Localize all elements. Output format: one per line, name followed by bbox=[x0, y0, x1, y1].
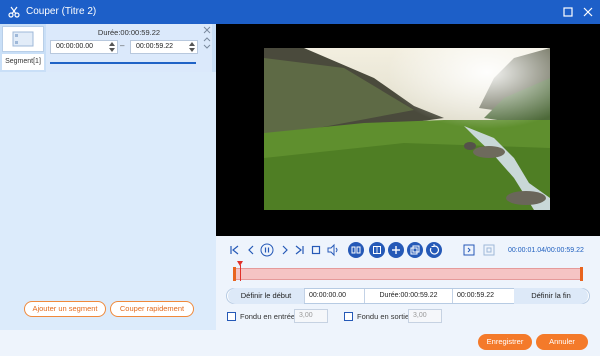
window-title: Couper (Titre 2) bbox=[26, 6, 97, 17]
segment-end-field[interactable]: 00:00:59.22 bbox=[130, 40, 198, 54]
close-segment-icon[interactable] bbox=[203, 26, 211, 34]
range-start-input[interactable]: 00:00:00.00 bbox=[304, 289, 364, 303]
add-segment-button[interactable]: Ajouter un segment bbox=[24, 301, 106, 317]
clip-icon[interactable] bbox=[482, 243, 496, 257]
grid-button[interactable] bbox=[369, 242, 385, 258]
next-frame-icon[interactable] bbox=[278, 243, 292, 257]
segment-duration: Durée:00:00:59.22 bbox=[97, 28, 161, 37]
maximize-icon[interactable] bbox=[560, 4, 576, 20]
timeline-start-handle[interactable] bbox=[233, 267, 236, 281]
previous-frame-icon[interactable] bbox=[244, 243, 258, 257]
copy-button[interactable] bbox=[407, 242, 423, 258]
pause-icon[interactable] bbox=[260, 243, 274, 257]
segment-panel: Segment[1] Durée:00:00:59.22 00:00:00.00… bbox=[0, 24, 216, 356]
volume-icon[interactable] bbox=[326, 243, 340, 257]
fade-in-label: Fondu en entrée bbox=[240, 312, 296, 321]
set-end-button[interactable]: Définir la fin bbox=[514, 288, 588, 304]
skip-end-icon[interactable] bbox=[292, 243, 306, 257]
scissors-icon bbox=[8, 6, 20, 18]
set-start-button[interactable]: Définir le début bbox=[228, 288, 304, 304]
film-icon bbox=[12, 31, 34, 47]
segment-tab[interactable]: Segment[1] bbox=[2, 54, 44, 70]
fade-out-checkbox[interactable] bbox=[344, 312, 353, 321]
cancel-button[interactable]: Annuler bbox=[536, 334, 588, 350]
segments-icon bbox=[351, 246, 361, 254]
reset-button[interactable] bbox=[426, 242, 442, 258]
dialog-footer: Enregistrer Annuler bbox=[0, 330, 600, 356]
reset-icon bbox=[429, 244, 440, 255]
add-button[interactable] bbox=[388, 242, 404, 258]
fade-in-checkbox[interactable] bbox=[227, 312, 236, 321]
playhead-line bbox=[240, 265, 241, 281]
segment-progress-bar bbox=[50, 62, 196, 64]
segment-end-value: 00:00:59.22 bbox=[136, 43, 173, 50]
preview-panel: 00:00:01.04/00:00:59.22 Définir le début… bbox=[216, 24, 600, 356]
reorder-icon[interactable] bbox=[203, 36, 211, 50]
range-separator: – bbox=[120, 41, 125, 50]
title-bar: Couper (Titre 2) bbox=[0, 0, 600, 24]
spinner-icon[interactable] bbox=[189, 42, 195, 52]
skip-start-icon[interactable] bbox=[228, 243, 242, 257]
grid-icon bbox=[373, 246, 381, 254]
segment-editor: Durée:00:00:59.22 00:00:00.00 – 00:00:59… bbox=[46, 24, 212, 72]
close-icon[interactable] bbox=[580, 4, 596, 20]
segment-start-field[interactable]: 00:00:00.00 bbox=[50, 40, 118, 54]
segment-mode-button[interactable] bbox=[348, 242, 364, 258]
range-end-input[interactable]: 00:00:59.22 bbox=[452, 289, 514, 303]
segment-start-value: 00:00:00.00 bbox=[56, 43, 93, 50]
cut-dialog: Couper (Titre 2) Segment[1] Durée:00:00:… bbox=[0, 0, 600, 356]
fade-out-label: Fondu en sortie bbox=[357, 312, 410, 321]
timeline-track[interactable] bbox=[234, 268, 582, 280]
video-frame bbox=[264, 48, 550, 210]
time-readout: 00:00:01.04/00:00:59.22 bbox=[508, 247, 584, 254]
stop-icon[interactable] bbox=[309, 243, 323, 257]
fast-cut-button[interactable]: Couper rapidement bbox=[110, 301, 194, 317]
spinner-icon[interactable] bbox=[109, 42, 115, 52]
save-button[interactable]: Enregistrer bbox=[478, 334, 532, 350]
timeline-end-handle[interactable] bbox=[580, 267, 583, 281]
segment-thumbnail bbox=[2, 26, 44, 52]
video-preview bbox=[216, 24, 600, 236]
fade-in-input[interactable]: 3,00 bbox=[294, 309, 328, 323]
copy-icon bbox=[410, 245, 420, 255]
range-duration: Durée:00:00:59.22 bbox=[364, 289, 452, 303]
segment-row[interactable]: Segment[1] Durée:00:00:59.22 00:00:00.00… bbox=[0, 24, 216, 72]
split-icon[interactable] bbox=[462, 243, 476, 257]
plus-icon bbox=[392, 246, 400, 254]
fade-out-input[interactable]: 3,00 bbox=[408, 309, 442, 323]
